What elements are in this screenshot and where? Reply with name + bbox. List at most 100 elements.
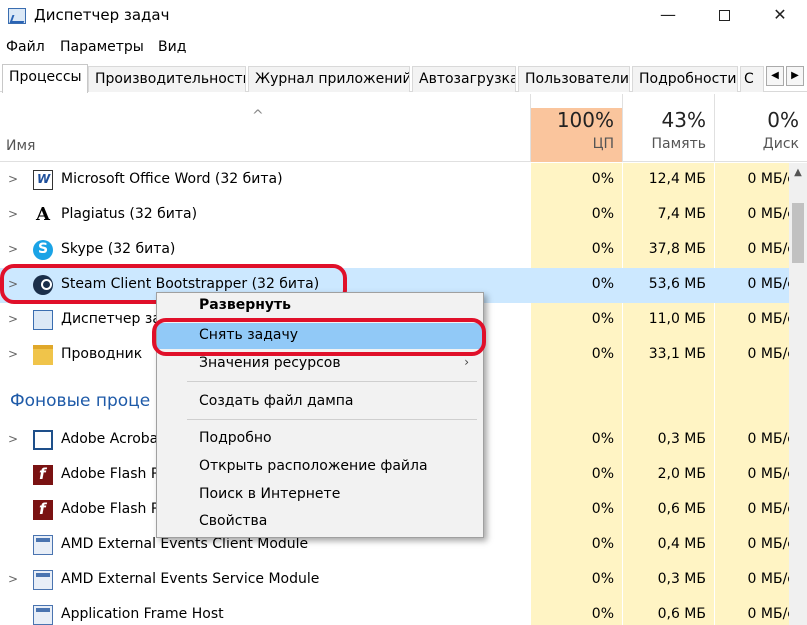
memory-label: Память <box>651 136 707 152</box>
process-name: Skype (32 бита) <box>61 241 176 257</box>
table-row[interactable]: > Skype (32 бита) 0% 37,8 МБ 0 МБ/с <box>0 233 789 268</box>
word-icon <box>33 170 53 190</box>
minimize-button[interactable]: — <box>640 0 696 32</box>
menu-file[interactable]: Файл <box>6 39 45 55</box>
process-memory: 0,4 МБ <box>657 536 706 552</box>
column-divider[interactable] <box>714 94 715 162</box>
process-name: Adobe Flash P <box>61 501 160 517</box>
process-disk: 0 МБ/с <box>747 501 789 517</box>
process-cpu: 0% <box>591 501 614 517</box>
process-name: Adobe Flash P <box>61 466 160 482</box>
skype-icon <box>33 240 53 260</box>
folder-icon <box>33 345 53 365</box>
menu-item-properties[interactable]: Свойства <box>157 509 483 535</box>
process-disk: 0 МБ/с <box>747 466 789 482</box>
expand-chevron-icon[interactable]: > <box>8 572 18 586</box>
task-manager-icon <box>8 8 26 24</box>
memory-total: 43% <box>661 108 706 132</box>
expand-chevron-icon[interactable]: > <box>8 432 18 446</box>
table-row[interactable]: > Microsoft Office Word (32 бита) 0% 12,… <box>0 163 789 198</box>
menu-separator <box>187 381 477 382</box>
maximize-button[interactable] <box>696 0 752 32</box>
process-disk: 0 МБ/с <box>747 311 789 327</box>
tab-startup[interactable]: Автозагрузка <box>412 66 516 92</box>
tab-processes[interactable]: Процессы <box>2 64 88 93</box>
column-name[interactable]: Имя <box>6 138 35 154</box>
table-row[interactable]: > Plagiatus (32 бита) 0% 7,4 МБ 0 МБ/с <box>0 198 789 233</box>
amd-icon <box>33 570 53 590</box>
menu-item-create-dump[interactable]: Создать файл дампа <box>157 389 483 415</box>
menu-item-open-location[interactable]: Открыть расположение файла <box>157 454 483 480</box>
disk-total: 0% <box>767 108 799 132</box>
process-memory: 7,4 МБ <box>657 206 706 222</box>
table-row[interactable]: > AMD External Events Service Module 0% … <box>0 563 789 598</box>
process-disk: 0 МБ/с <box>747 171 789 187</box>
cpu-label: ЦП <box>592 136 614 152</box>
process-cpu: 0% <box>591 466 614 482</box>
menu-view[interactable]: Вид <box>158 39 186 55</box>
menu-item-details[interactable]: Подробно <box>157 426 483 452</box>
process-cpu: 0% <box>591 571 614 587</box>
column-disk[interactable]: 0% Диск <box>715 108 807 162</box>
menu-item-search-web[interactable]: Поиск в Интернете <box>157 482 483 508</box>
process-memory: 53,6 МБ <box>648 276 706 292</box>
menu-bar: Файл Параметры Вид <box>0 34 807 60</box>
process-memory: 37,8 МБ <box>648 241 706 257</box>
close-button[interactable]: ✕ <box>752 0 807 32</box>
process-cpu: 0% <box>591 311 614 327</box>
tab-app-history[interactable]: Журнал приложений <box>248 66 410 92</box>
process-cpu: 0% <box>591 606 614 622</box>
process-name: AMD External Events Service Module <box>61 571 320 587</box>
tab-users[interactable]: Пользователи <box>518 66 630 92</box>
scroll-up-icon[interactable]: ▲ <box>789 167 807 178</box>
expand-chevron-icon[interactable]: > <box>8 172 18 186</box>
process-name: AMD External Events Client Module <box>61 536 309 552</box>
scroll-thumb[interactable] <box>792 203 804 263</box>
cpu-total: 100% <box>556 108 614 132</box>
tab-services[interactable]: С <box>740 66 764 92</box>
tab-performance[interactable]: Производительность <box>88 66 246 92</box>
column-memory[interactable]: 43% Память <box>623 108 714 162</box>
tab-scroll-right-icon[interactable]: ▶ <box>786 66 804 86</box>
tab-details[interactable]: Подробности <box>632 66 738 92</box>
process-name: Plagiatus (32 бита) <box>61 206 198 222</box>
process-memory: 0,6 МБ <box>657 501 706 517</box>
vertical-scrollbar[interactable]: ▲ <box>789 163 807 625</box>
maximize-icon <box>718 10 730 21</box>
column-divider[interactable] <box>530 94 531 162</box>
column-header: ^ Имя 100% ЦП 43% Память 0% Диск <box>0 94 807 162</box>
title-bar: Диспетчер задач — ✕ <box>0 0 807 34</box>
process-disk: 0 МБ/с <box>747 346 789 362</box>
process-disk: 0 МБ/с <box>747 536 789 552</box>
process-disk: 0 МБ/с <box>747 241 789 257</box>
process-memory: 33,1 МБ <box>648 346 706 362</box>
annotation-ring-end-task <box>152 318 486 356</box>
table-row[interactable]: Application Frame Host 0% 0,6 МБ 0 МБ/с <box>0 598 789 625</box>
process-memory: 2,0 МБ <box>657 466 706 482</box>
process-disk: 0 МБ/с <box>747 431 789 447</box>
process-memory: 11,0 МБ <box>648 311 706 327</box>
column-cpu[interactable]: 100% ЦП <box>531 108 622 162</box>
expand-chevron-icon[interactable]: > <box>8 242 18 256</box>
submenu-arrow-icon: › <box>464 355 469 369</box>
window-title: Диспетчер задач <box>34 6 170 24</box>
process-memory: 12,4 МБ <box>648 171 706 187</box>
flash-icon <box>33 500 53 520</box>
expand-chevron-icon[interactable]: > <box>8 312 18 326</box>
column-divider[interactable] <box>622 94 623 162</box>
expand-chevron-icon[interactable]: > <box>8 347 18 361</box>
process-name: Диспетчер за <box>61 311 161 327</box>
process-name: Application Frame Host <box>61 606 224 622</box>
tab-scroll-left-icon[interactable]: ◀ <box>766 66 784 86</box>
process-disk: 0 МБ/с <box>747 571 789 587</box>
menu-options[interactable]: Параметры <box>60 39 144 55</box>
sort-caret-icon: ^ <box>252 108 264 124</box>
process-disk: 0 МБ/с <box>747 206 789 222</box>
window-icon <box>33 430 53 450</box>
process-memory: 0,3 МБ <box>657 571 706 587</box>
process-memory: 0,3 МБ <box>657 431 706 447</box>
process-name: Adobe Acroba <box>61 431 159 447</box>
menu-item-expand[interactable]: Развернуть <box>157 295 483 317</box>
process-memory: 0,6 МБ <box>657 606 706 622</box>
expand-chevron-icon[interactable]: > <box>8 207 18 221</box>
